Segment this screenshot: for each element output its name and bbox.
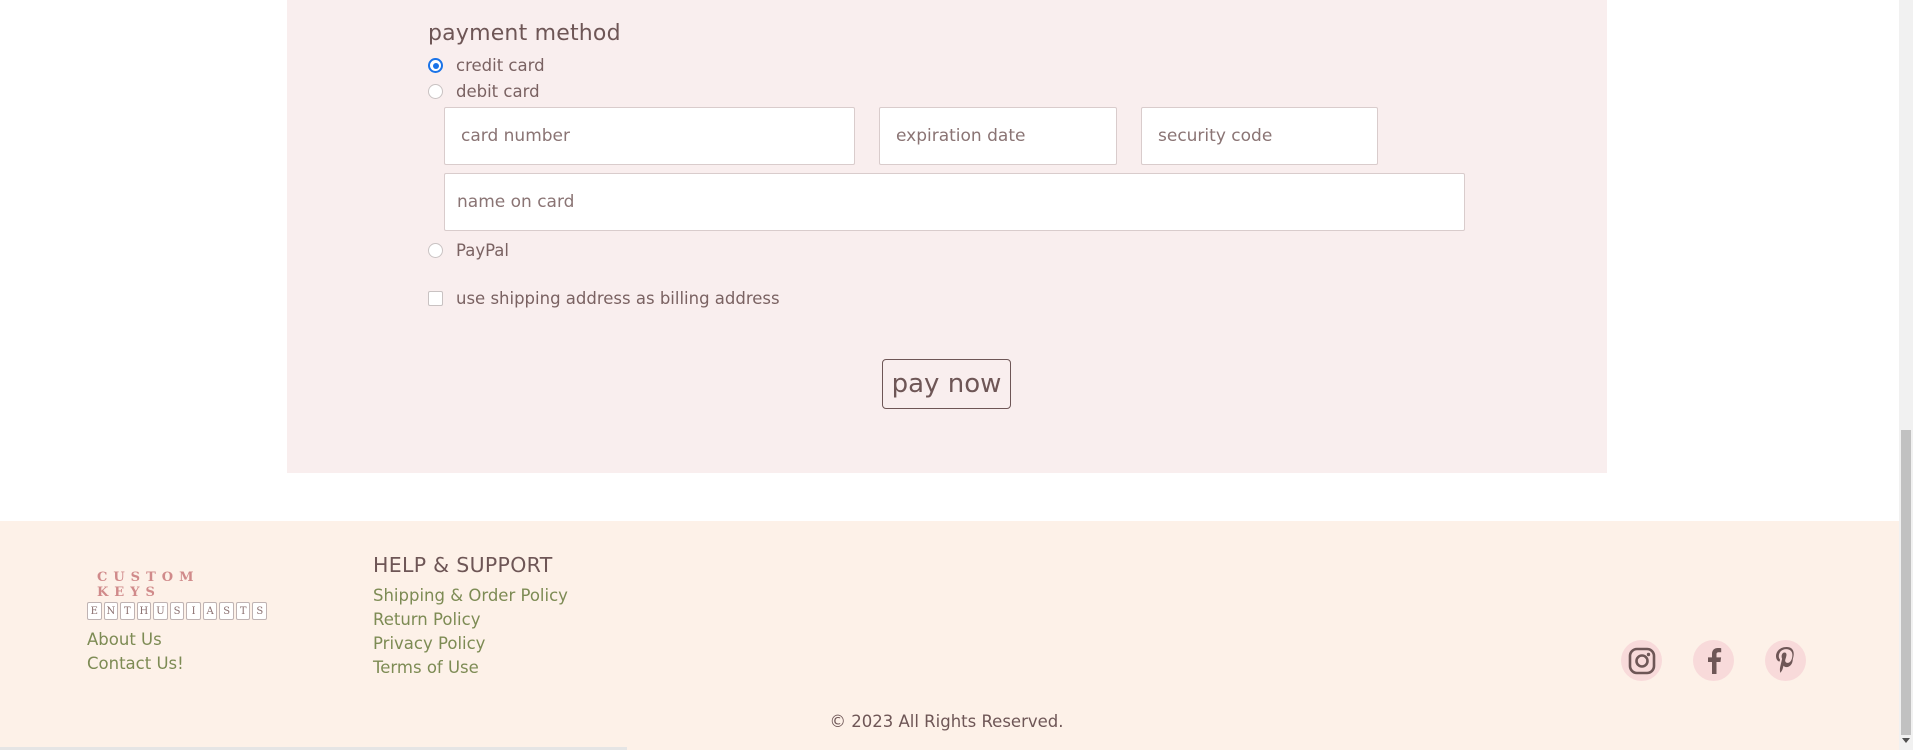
security-code-input[interactable]: security code — [1141, 107, 1378, 165]
expiration-date-input[interactable]: expiration date — [879, 107, 1117, 165]
name-on-card-input[interactable]: name on card — [444, 173, 1465, 231]
security-code-placeholder: security code — [1158, 126, 1273, 146]
facebook-icon[interactable] — [1693, 640, 1734, 681]
scrollbar-thumb[interactable] — [1901, 430, 1911, 735]
privacy-policy-link[interactable]: Privacy Policy — [373, 634, 485, 653]
logo-keycap: A — [202, 602, 218, 620]
logo-keycap: S — [219, 602, 234, 620]
logo-keycap: N — [103, 602, 119, 620]
debit-card-label: debit card — [456, 82, 540, 101]
site-logo[interactable]: CUSTOM KEYS E N T H U S I A S T S — [87, 570, 268, 620]
option-debit-card[interactable]: debit card — [428, 82, 540, 101]
logo-keycap: T — [120, 602, 135, 620]
return-policy-link[interactable]: Return Policy — [373, 610, 480, 629]
logo-keycap: E — [87, 602, 102, 620]
pinterest-icon[interactable] — [1765, 640, 1806, 681]
card-number-input[interactable]: card number — [444, 107, 855, 165]
logo-keycaps: E N T H U S I A S T S — [87, 602, 268, 620]
help-support-heading: HELP & SUPPORT — [373, 553, 553, 577]
card-number-placeholder: card number — [461, 126, 570, 146]
billing-address-checkbox[interactable] — [428, 291, 443, 306]
contact-us-link[interactable]: Contact Us! — [87, 654, 184, 673]
option-credit-card[interactable]: credit card — [428, 56, 545, 75]
credit-card-label: credit card — [456, 56, 545, 75]
credit-card-radio[interactable] — [428, 58, 443, 73]
paypal-radio[interactable] — [428, 243, 443, 258]
terms-of-use-link[interactable]: Terms of Use — [373, 658, 479, 677]
paypal-label: PayPal — [456, 241, 509, 260]
payment-method-title: payment method — [428, 21, 621, 46]
logo-keycap: I — [186, 602, 201, 620]
instagram-icon[interactable] — [1621, 640, 1662, 681]
logo-keycap: S — [252, 602, 268, 620]
scroll-down-arrow-icon[interactable] — [1902, 738, 1910, 743]
logo-keycap: U — [153, 602, 168, 620]
pay-now-button[interactable]: pay now — [882, 359, 1011, 409]
shipping-policy-link[interactable]: Shipping & Order Policy — [373, 586, 568, 605]
option-paypal[interactable]: PayPal — [428, 241, 509, 260]
name-on-card-placeholder: name on card — [457, 192, 575, 212]
logo-line1: CUSTOM KEYS — [97, 570, 200, 600]
debit-card-radio[interactable] — [428, 84, 443, 99]
logo-keycap: T — [235, 602, 251, 620]
expiration-date-placeholder: expiration date — [896, 126, 1026, 146]
billing-address-label: use shipping address as billing address — [456, 289, 780, 308]
logo-keycap: H — [136, 602, 152, 620]
logo-keycap: S — [169, 602, 185, 620]
about-us-link[interactable]: About Us — [87, 630, 162, 649]
billing-address-option[interactable]: use shipping address as billing address — [428, 289, 780, 308]
copyright-text: © 2023 All Rights Reserved. — [829, 712, 1064, 731]
